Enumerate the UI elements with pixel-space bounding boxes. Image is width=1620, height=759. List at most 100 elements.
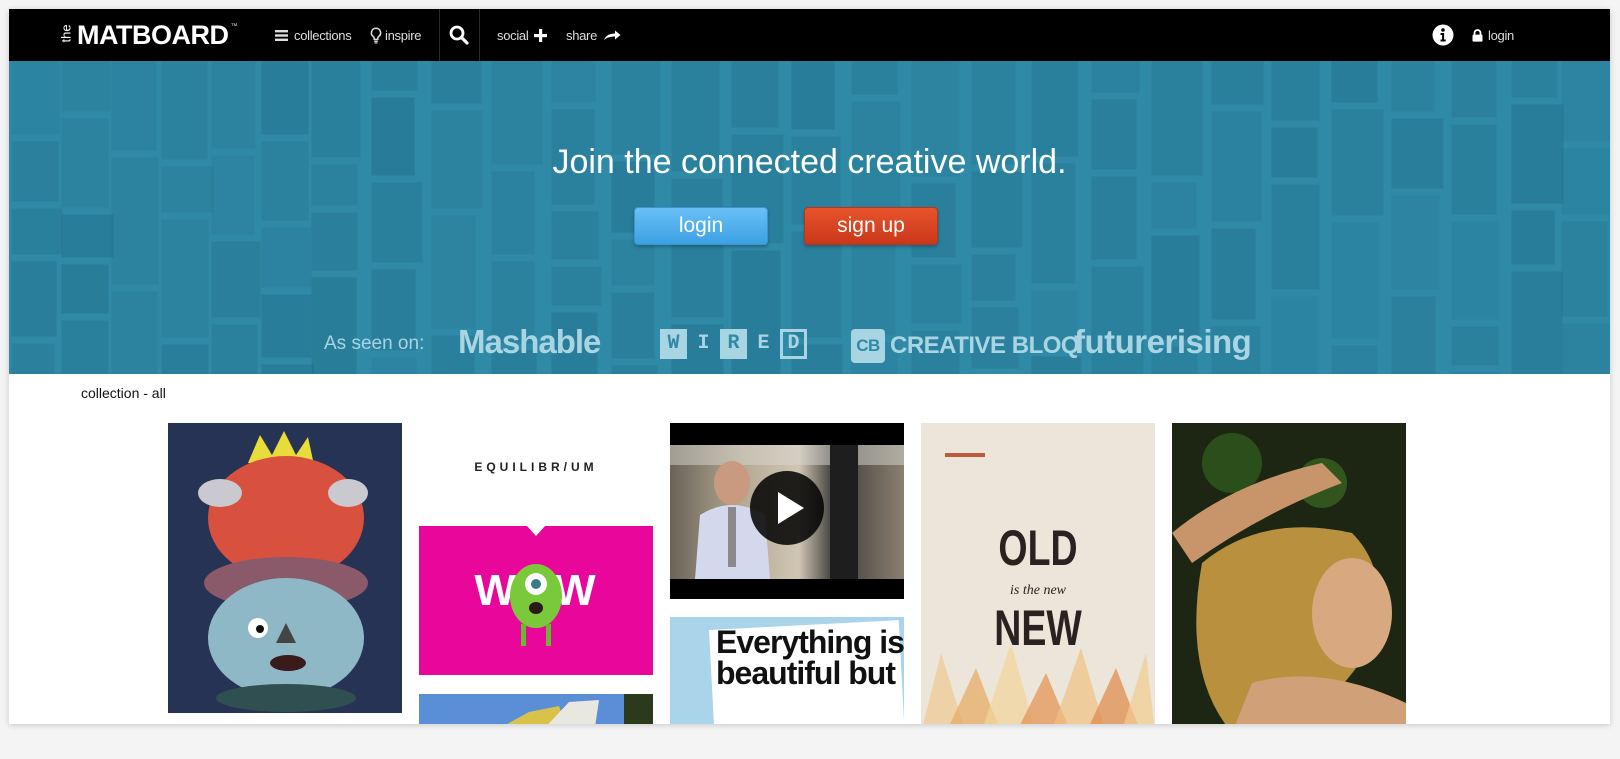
everything-poster-text: Everything is beautiful but — [716, 624, 904, 691]
gallery-card-woman-portrait[interactable] — [1172, 423, 1406, 724]
collage-tile — [1151, 182, 1197, 229]
gallery-card-sky-photo[interactable] — [419, 694, 653, 724]
hero-login-button[interactable]: login — [634, 207, 768, 245]
collage-tile — [1331, 61, 1378, 103]
collage-tile — [1451, 61, 1497, 118]
collage-tile — [261, 227, 312, 288]
gallery-card-video[interactable] — [670, 423, 904, 599]
wired-letter: I — [697, 332, 710, 355]
as-seen-on-bar: As seen on: Mashable W I R E D CB CREATI… — [9, 319, 1610, 369]
collage-tile — [1211, 61, 1264, 105]
gallery-card-wow-monster[interactable]: WOW — [419, 526, 653, 675]
nav-divider — [479, 9, 480, 61]
collage-tile — [1511, 210, 1555, 265]
press-logo-creativebloq: CB CREATIVE BLOQ — [851, 329, 1080, 363]
nav-login-label: login — [1488, 27, 1514, 43]
collage-tile — [1271, 184, 1320, 290]
nav-divider — [439, 9, 440, 61]
creativebloq-badge: CB — [851, 329, 885, 363]
nav-login[interactable]: login — [1472, 9, 1514, 61]
info-button[interactable] — [1432, 9, 1454, 61]
nav-social[interactable]: social — [497, 9, 548, 61]
collage-tile — [491, 171, 535, 255]
collage-tile — [611, 61, 661, 155]
collage-tile — [1511, 61, 1558, 98]
triangle-flames-pattern — [923, 643, 1154, 724]
collage-tile — [371, 182, 423, 263]
collage-tile — [1091, 176, 1137, 260]
nav-collections-label: collections — [294, 27, 352, 43]
is-the-new-text: is the new — [1010, 583, 1066, 598]
top-nav-bar: the MATBOARD ™ collections inspire socia… — [9, 9, 1610, 61]
collage-tile — [61, 214, 114, 258]
nav-share[interactable]: share — [566, 9, 621, 61]
as-seen-on-label: As seen on: — [324, 333, 425, 354]
crowned-monster-illustration — [198, 431, 368, 712]
nav-inspire[interactable]: inspire — [370, 9, 422, 61]
gallery-card-equilibrium[interactable]: EQUILIBR/UM — [419, 423, 653, 523]
collage-tile — [911, 264, 962, 324]
search-button[interactable] — [449, 9, 469, 61]
gallery-card-crowned-monster[interactable] — [168, 423, 402, 713]
collage-tile — [1271, 61, 1320, 121]
collage-tile — [1451, 372, 1501, 374]
collage-tile — [11, 61, 60, 135]
collage-tile — [1391, 61, 1435, 112]
collage-tile — [111, 61, 157, 151]
wired-letter: R — [720, 329, 747, 359]
gallery-card-everything-is-beautiful[interactable]: Everything is beautiful but — [670, 617, 904, 724]
logo-prefix: the — [58, 23, 74, 42]
info-icon — [1432, 24, 1454, 46]
poster-header-accent — [945, 453, 985, 457]
collage-tile — [211, 61, 256, 149]
plus-icon — [534, 28, 548, 42]
hero-signup-button[interactable]: sign up — [804, 207, 938, 245]
collage-tile — [1561, 221, 1608, 317]
woman-portrait-photo — [1172, 423, 1406, 724]
collection-heading: collection - all — [81, 385, 166, 401]
press-logo-futurerising: futurerising — [1074, 323, 1252, 360]
press-logo-mashable: Mashable — [458, 323, 601, 360]
collage-tile — [1451, 221, 1499, 320]
search-icon — [449, 25, 469, 45]
hero-banner: Join the connected creative world. login… — [9, 61, 1610, 374]
logo-trademark: ™ — [230, 23, 238, 30]
site-logo[interactable]: the MATBOARD ™ — [58, 15, 238, 55]
arrow-right-icon — [603, 29, 621, 41]
collage-tile — [851, 61, 898, 95]
collage-tile — [971, 171, 1023, 248]
collage-tile — [731, 61, 779, 128]
collage-tile — [551, 211, 599, 260]
creativebloq-wordmark: CREATIVE BLOQ — [890, 332, 1080, 359]
play-button[interactable] — [750, 471, 824, 545]
collage-tile — [971, 254, 1016, 301]
gallery-card-old-is-new[interactable]: OLD is the new NEW — [921, 423, 1155, 724]
wired-letter: W — [660, 329, 687, 359]
collage-tile — [611, 239, 655, 286]
wired-letter: E — [757, 332, 770, 355]
collage-tile — [431, 61, 482, 104]
lightbulb-icon — [370, 26, 382, 44]
collage-tile — [1561, 61, 1610, 142]
equilibrium-title: EQUILIBR/UM — [474, 460, 598, 474]
collage-tile — [551, 61, 596, 103]
sky-photo — [507, 694, 653, 724]
collage-tile — [311, 212, 358, 271]
nav-share-label: share — [566, 27, 598, 43]
hamburger-icon — [275, 29, 288, 42]
collage-tile — [61, 61, 111, 112]
hero-headline: Join the connected creative world. — [552, 143, 1067, 181]
nav-inspire-label: inspire — [385, 27, 422, 43]
wired-letter: D — [780, 329, 807, 359]
press-logo-wired: W I R E D — [660, 329, 807, 359]
collage-tile — [211, 241, 261, 318]
lock-icon — [1472, 28, 1483, 42]
collage-tile — [61, 264, 109, 314]
collage-tile — [551, 266, 602, 306]
green-monster-illustration — [510, 526, 562, 646]
collage-tile — [671, 234, 724, 318]
collage-tile — [791, 61, 835, 130]
collage-tile — [1091, 61, 1140, 93]
nav-social-label: social — [497, 27, 529, 43]
nav-collections[interactable]: collections — [275, 9, 352, 61]
